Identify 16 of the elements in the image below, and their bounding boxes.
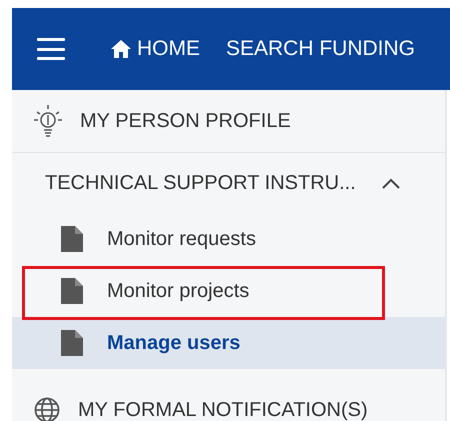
menu-item[interactable]: MY FORMAL NOTIFICATION(S) <box>12 379 445 421</box>
nav-link[interactable]: HOME <box>111 37 200 61</box>
globe-icon <box>34 397 60 421</box>
menu-group-header[interactable]: TECHNICAL SUPPORT INSTRU... <box>12 153 445 213</box>
submenu-item[interactable]: Manage users <box>12 317 445 369</box>
menu-button[interactable] <box>37 38 65 60</box>
document-icon <box>61 226 83 252</box>
menu-item[interactable]: MY PERSON PROFILE <box>12 90 445 153</box>
submenu-item[interactable]: Monitor requests <box>12 213 445 265</box>
submenu-item[interactable]: Monitor projects <box>12 265 445 317</box>
document-icon <box>61 330 83 356</box>
caret-icon <box>382 178 400 188</box>
document-icon <box>61 278 83 304</box>
nav-link[interactable]: SEARCH FUNDING <box>226 37 416 61</box>
home-icon <box>111 40 131 58</box>
lightbulb-icon <box>34 104 62 138</box>
